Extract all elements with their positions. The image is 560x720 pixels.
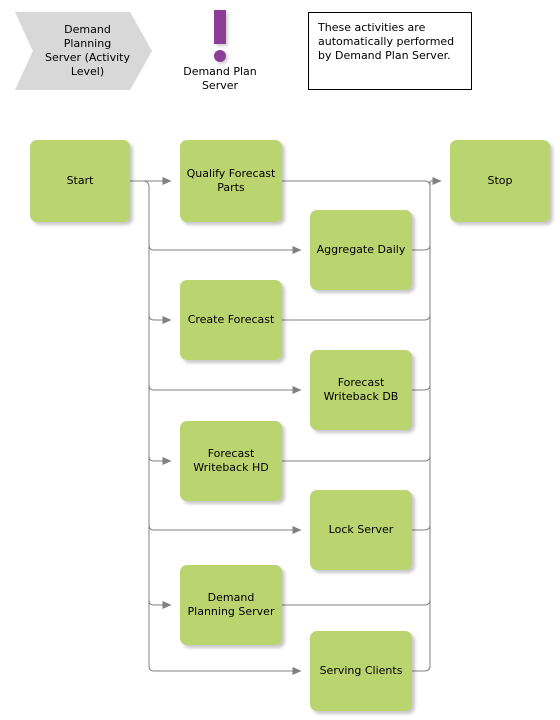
node-stop[interactable]: Stop [450,140,550,222]
flowchart-canvas: Demand Planning Server (Activity Level) … [0,0,560,720]
node-qualify-forecast-parts[interactable]: Qualify Forecast Parts [180,140,282,222]
node-label: Create Forecast [187,313,275,326]
node-serving-clients[interactable]: Serving Clients [310,631,412,711]
node-label: Serving Clients [319,664,403,677]
node-label: Demand Planning Server [187,591,275,618]
node-start[interactable]: Start [30,140,130,222]
node-forecast-writeback-hd[interactable]: Forecast Writeback HD [180,421,282,501]
node-label: Forecast Writeback HD [193,447,269,474]
node-demand-planning-server[interactable]: Demand Planning Server [180,565,282,645]
node-aggregate-daily[interactable]: Aggregate Daily [310,210,412,290]
node-label: Forecast Writeback DB [323,376,399,403]
node-lock-server[interactable]: Lock Server [310,490,412,570]
node-label: Lock Server [328,523,394,536]
node-label: Stop [487,174,513,187]
node-forecast-writeback-db[interactable]: Forecast Writeback DB [310,350,412,430]
node-label: Qualify Forecast Parts [186,167,276,194]
node-label: Aggregate Daily [316,243,406,256]
node-create-forecast[interactable]: Create Forecast [180,280,282,360]
node-label: Start [66,174,94,187]
